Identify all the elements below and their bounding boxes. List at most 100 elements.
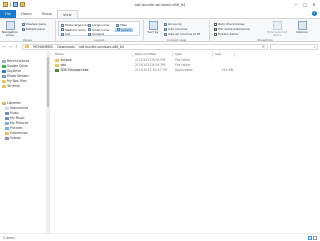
nav-item-recent-places[interactable]: Recent places bbox=[2, 59, 29, 63]
sort-by-button[interactable]: Sort by bbox=[146, 21, 160, 34]
details-icon bbox=[117, 28, 120, 31]
nav-item-music[interactable]: Music bbox=[5, 111, 19, 115]
layout-gallery: Extra large icons Medium icons List Larg… bbox=[58, 21, 140, 36]
minimize-button[interactable]: ─ bbox=[292, 1, 300, 7]
window-controls: ─ □ ✕ bbox=[292, 1, 318, 7]
nav-item-google-drive[interactable]: Google Drive bbox=[2, 64, 28, 68]
close-button[interactable]: ✕ bbox=[310, 1, 318, 7]
group-by-label: Group by bbox=[168, 22, 182, 26]
size-columns-label: Size all columns to fit bbox=[168, 32, 201, 36]
videos-icon bbox=[5, 136, 9, 140]
nav-scrollbar[interactable] bbox=[46, 51, 49, 233]
nav-item-photo-stream[interactable]: Photo Stream bbox=[2, 74, 29, 78]
nav-libraries[interactable]: Libraries bbox=[2, 101, 21, 105]
file-date: 2/13/2013 8:04 PM bbox=[135, 58, 166, 62]
help-icon[interactable]: ? bbox=[312, 11, 317, 16]
window-title: adt-bundle-windows-x86_64 bbox=[134, 3, 186, 7]
layout-label: Medium icons bbox=[65, 27, 86, 32]
nav-scrollbar-thumb[interactable] bbox=[46, 57, 49, 107]
box-icon bbox=[2, 79, 6, 83]
layout-content[interactable]: Content bbox=[87, 32, 105, 36]
back-icon[interactable]: ← bbox=[2, 44, 7, 49]
tab-file[interactable]: File bbox=[0, 10, 17, 18]
layout-small-icons[interactable]: Small icons bbox=[87, 28, 110, 32]
layout-large-icons[interactable]: Large icons bbox=[87, 23, 110, 27]
panes-group-label: Panes bbox=[23, 38, 32, 42]
file-date: 2/13/2013 8:04 PM bbox=[135, 63, 166, 67]
nav-item-torrents[interactable]: Torrents bbox=[2, 84, 20, 88]
options-button[interactable]: Options bbox=[294, 21, 310, 34]
item-check-boxes-toggle[interactable]: Item check boxes bbox=[214, 22, 244, 26]
layout-label: Large icons bbox=[92, 23, 110, 27]
search-box[interactable]: ⌕ bbox=[270, 43, 318, 50]
column-type[interactable]: Type bbox=[173, 51, 213, 57]
content-icon bbox=[88, 32, 91, 36]
up-icon[interactable]: ↑ bbox=[14, 44, 19, 49]
file-name-extensions-toggle[interactable]: ✓ File name extensions bbox=[214, 27, 250, 31]
details-view-icon[interactable] bbox=[308, 236, 312, 240]
file-date: 2/13/2013 10:47 PM bbox=[135, 68, 168, 72]
breadcrumb-downloads[interactable]: Downloads bbox=[57, 45, 75, 49]
nav-item-label: Pictures bbox=[10, 126, 23, 130]
panes-group: Navigation pane Preview pane Details pan… bbox=[0, 20, 56, 42]
table-row[interactable]: SDK Manager.exe 2/13/2013 10:47 PM Appli… bbox=[51, 68, 320, 73]
layout-details[interactable]: Details bbox=[115, 27, 134, 32]
breadcrumb-user[interactable]: MOHAMMED bbox=[33, 45, 53, 49]
size-columns-button[interactable]: Size all columns to fit bbox=[164, 32, 200, 36]
nav-item-pictures[interactable]: Pictures bbox=[5, 126, 23, 130]
preview-pane-icon bbox=[22, 22, 25, 26]
tab-share[interactable]: Share bbox=[37, 10, 57, 18]
address-bar[interactable]: › MOHAMMED › Downloads › adt-bundle-wind… bbox=[22, 43, 268, 50]
layout-tiles[interactable]: Tiles bbox=[115, 23, 128, 27]
size-columns-icon bbox=[164, 32, 167, 36]
layout-list[interactable]: List bbox=[60, 32, 71, 36]
nav-item-my-pictures[interactable]: My Pictures bbox=[5, 121, 28, 125]
breadcrumb-current[interactable]: adt-bundle-windows-x86_64 bbox=[79, 45, 124, 49]
large-icons-view-icon[interactable] bbox=[313, 236, 317, 240]
layout-group: Extra large icons Medium icons List Larg… bbox=[56, 20, 144, 42]
nav-item-my-music[interactable]: My Music bbox=[5, 116, 25, 120]
refresh-icon[interactable]: ⟳ bbox=[262, 45, 265, 49]
file-type: Application bbox=[175, 68, 193, 72]
nav-item-videos[interactable]: Videos bbox=[5, 136, 21, 140]
nav-item-documents[interactable]: Documents bbox=[5, 106, 28, 110]
column-name[interactable]: Name bbox=[51, 51, 133, 57]
column-date-modified[interactable]: Date modified bbox=[133, 51, 173, 57]
file-type: File folder bbox=[175, 63, 191, 67]
nav-item-my-box-files[interactable]: My Box Files bbox=[2, 79, 27, 83]
table-row[interactable]: sdk 2/13/2013 8:04 PM File folder bbox=[51, 63, 320, 68]
group-by-button[interactable]: Group by bbox=[164, 22, 182, 26]
pictures-icon bbox=[5, 126, 9, 130]
tab-view[interactable]: View bbox=[57, 10, 78, 18]
layout-medium-icons[interactable]: Medium icons bbox=[60, 28, 87, 32]
file-name-cell: SDK Manager.exe bbox=[51, 68, 133, 73]
tab-home[interactable]: Home bbox=[16, 10, 37, 18]
sort-icon bbox=[148, 21, 158, 30]
current-view-group: Sort by Group by Add columns Size all co… bbox=[144, 20, 210, 42]
clock-icon bbox=[2, 59, 6, 63]
maximize-button[interactable]: □ bbox=[301, 1, 309, 7]
list-icon bbox=[61, 32, 64, 36]
layout-group-label: Layout bbox=[94, 38, 105, 42]
hide-selected-button[interactable]: Hide selected items bbox=[266, 21, 288, 38]
column-size[interactable]: Size bbox=[213, 51, 235, 57]
details-pane-button[interactable]: Details pane bbox=[22, 27, 45, 31]
hidden-items-label: Hidden items bbox=[218, 32, 238, 36]
file-name: eclipse bbox=[60, 58, 72, 62]
nav-item-label: Recent places bbox=[7, 59, 30, 63]
status-bar: 3 items bbox=[0, 233, 320, 241]
table-row[interactable]: eclipse 2/13/2013 8:04 PM File folder bbox=[51, 58, 320, 63]
preview-pane-button[interactable]: Preview pane bbox=[22, 22, 46, 26]
chevron-right-icon: › bbox=[76, 44, 78, 49]
navigation-pane-button[interactable]: Navigation pane bbox=[2, 21, 18, 38]
navigation-pane-label: Navigation pane bbox=[1, 30, 19, 38]
explorer-window: adt-bundle-windows-x86_64 ─ □ ✕ File Hom… bbox=[0, 0, 320, 241]
add-columns-button[interactable]: Add columns bbox=[164, 27, 187, 31]
forward-icon[interactable]: → bbox=[8, 44, 13, 49]
photo-stream-icon bbox=[2, 74, 6, 78]
nav-item-subversion[interactable]: Subversion bbox=[5, 131, 28, 135]
nav-item-label: Subversion bbox=[10, 131, 28, 135]
nav-item-skydrive[interactable]: SkyDrive bbox=[2, 69, 21, 73]
hidden-items-toggle[interactable]: Hidden items bbox=[214, 32, 238, 36]
layout-label: Small icons bbox=[92, 27, 110, 32]
